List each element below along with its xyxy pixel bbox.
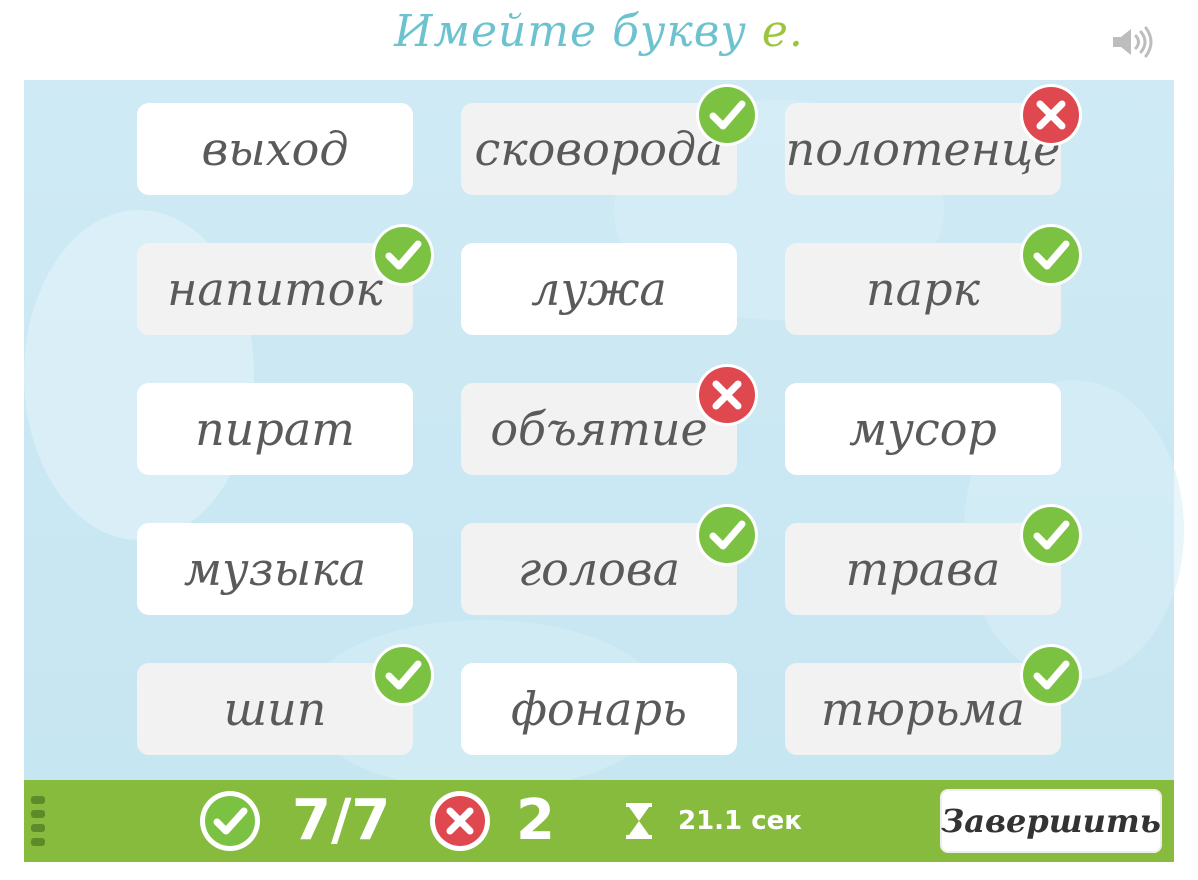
check-mark-icon — [1019, 223, 1083, 287]
check-mark-icon — [695, 503, 759, 567]
word-card-9[interactable]: мусор — [785, 383, 1061, 475]
word-card-1[interactable]: выход — [137, 103, 413, 195]
correct-count: 7/7 — [292, 788, 391, 853]
word-card-14[interactable]: фонарь — [461, 663, 737, 755]
word-label: сковорода — [474, 122, 724, 176]
word-card-7[interactable]: пират — [137, 383, 413, 475]
title-letter: е. — [761, 6, 804, 57]
word-card-10[interactable]: музыка — [137, 523, 413, 615]
speaker-icon[interactable] — [1110, 24, 1154, 60]
word-label: объятие — [490, 402, 708, 456]
word-label: выход — [201, 122, 349, 176]
word-card-3[interactable]: полотенце — [785, 84, 1082, 195]
header: Имейте букву е. — [0, 0, 1198, 80]
hourglass-icon — [624, 802, 654, 840]
word-label: пират — [195, 402, 355, 456]
word-card-12[interactable]: трава — [785, 504, 1082, 615]
word-card-2[interactable]: сковорода — [461, 84, 758, 195]
word-label: шип — [223, 682, 327, 736]
menu-dots-icon[interactable] — [28, 792, 48, 852]
word-card-15[interactable]: тюрьма — [785, 644, 1082, 755]
word-label: фонарь — [511, 682, 687, 736]
finish-button[interactable]: Завершить — [940, 789, 1162, 853]
score-bar: 7/7 2 21.1 сек Завершить — [24, 780, 1174, 862]
word-card-4[interactable]: напиток — [137, 224, 434, 335]
word-card-13[interactable]: шип — [137, 644, 434, 755]
page-title: Имейте букву е. — [0, 6, 1198, 57]
check-mark-icon — [695, 83, 759, 147]
word-board: выход сковорода полотенце напиток лужа п… — [24, 80, 1184, 790]
check-mark-icon — [371, 643, 435, 707]
word-label: трава — [845, 542, 1001, 596]
word-label: мусор — [849, 402, 997, 456]
word-label: тюрьма — [820, 682, 1026, 736]
word-label: голова — [517, 542, 681, 596]
check-mark-icon — [1019, 643, 1083, 707]
x-mark-icon — [695, 363, 759, 427]
x-mark-icon — [1019, 83, 1083, 147]
word-label: лужа — [531, 262, 667, 316]
word-label: парк — [866, 262, 980, 316]
word-card-5[interactable]: лужа — [461, 243, 737, 335]
word-card-8[interactable]: объятие — [461, 364, 758, 475]
check-mark-icon — [1019, 503, 1083, 567]
check-mark-icon — [371, 223, 435, 287]
word-card-11[interactable]: голова — [461, 504, 758, 615]
word-label: напиток — [167, 262, 383, 316]
check-circle-icon — [198, 789, 262, 853]
wrong-count: 2 — [516, 788, 555, 853]
x-circle-icon — [428, 789, 492, 853]
word-label: музыка — [183, 542, 367, 596]
timer: 21.1 сек — [678, 806, 802, 836]
word-card-6[interactable]: парк — [785, 224, 1082, 335]
title-text: Имейте букву — [394, 6, 747, 57]
